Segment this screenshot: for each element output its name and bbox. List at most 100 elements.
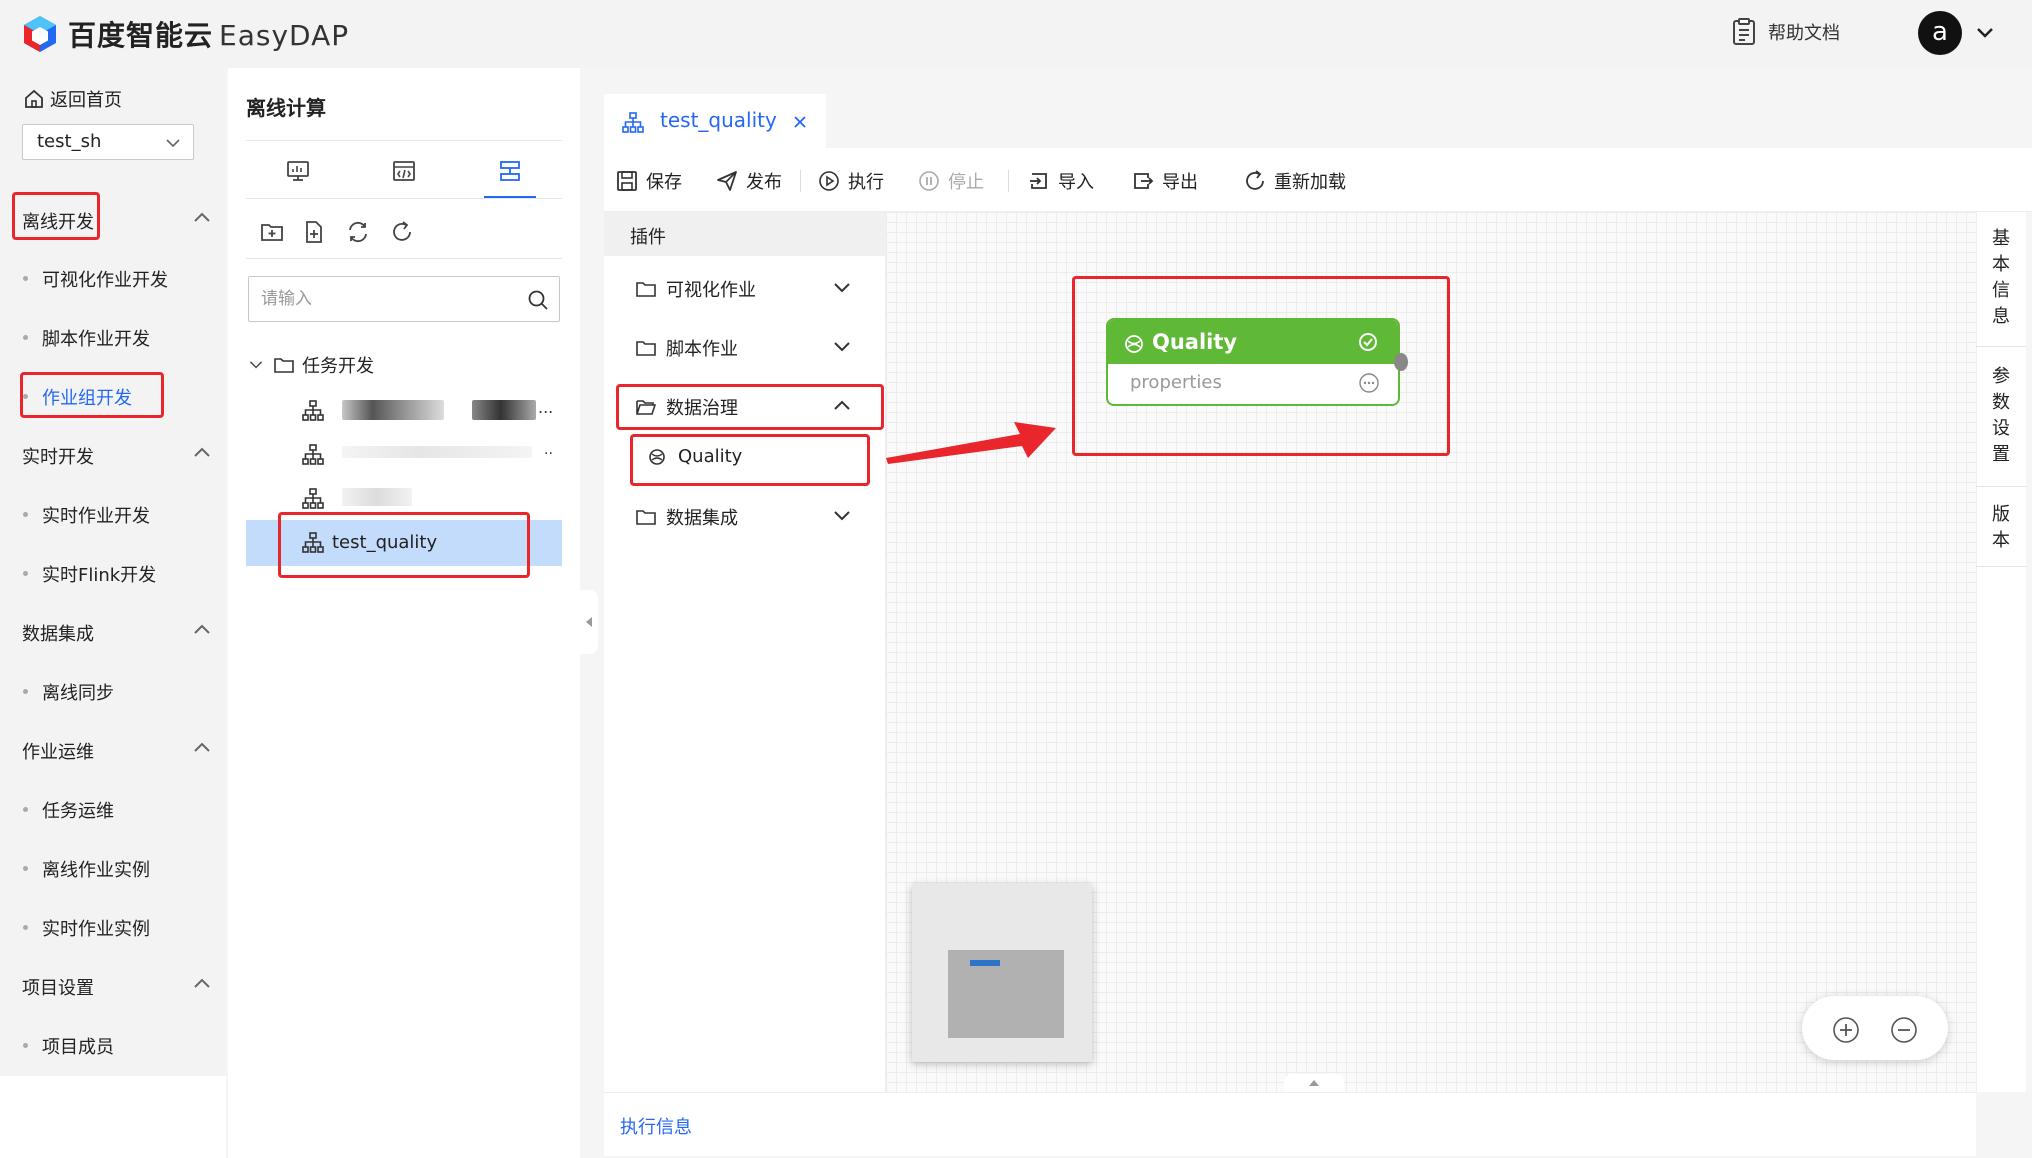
execution-info-label[interactable]: 执行信息	[620, 1113, 692, 1139]
chevron-up-icon[interactable]	[192, 738, 212, 758]
search-icon[interactable]	[527, 289, 549, 311]
check-circle-icon	[1359, 333, 1377, 351]
reload-button[interactable]: 重新加载	[1244, 168, 1346, 194]
nav-item-visual-job[interactable]: 可视化作业开发	[23, 266, 168, 292]
plugin-group-visual-job[interactable]: 可视化作业	[636, 276, 756, 302]
zoom-in-icon[interactable]	[1832, 1016, 1860, 1044]
chevron-down-icon[interactable]	[1974, 22, 1996, 44]
new-file-icon[interactable]	[302, 220, 326, 244]
rail-char: 数	[1992, 392, 2010, 413]
divider	[1976, 346, 2026, 347]
tree-item[interactable]: ...	[246, 388, 562, 434]
publish-button[interactable]: 发布	[716, 168, 782, 194]
redacted-label	[342, 488, 412, 506]
rail-param-settings[interactable]: 参 数 设 置	[1976, 364, 2026, 468]
monitor-icon[interactable]	[286, 160, 310, 182]
tree-item[interactable]: ..	[246, 432, 562, 478]
export-button[interactable]: 导出	[1132, 168, 1198, 194]
code-window-icon[interactable]	[392, 160, 416, 182]
tree-search-input[interactable]	[249, 277, 509, 321]
user-avatar[interactable]: a	[1918, 11, 1962, 55]
save-icon	[617, 171, 637, 191]
import-button[interactable]: 导入	[1028, 168, 1094, 194]
plugin-item-quality[interactable]: Quality	[648, 446, 742, 467]
chevron-left-icon	[586, 617, 592, 627]
nav-item-offline-sync[interactable]: 离线同步	[23, 679, 114, 705]
nav-item-realtime-job[interactable]: 实时作业开发	[23, 502, 150, 528]
minimap-viewport[interactable]	[948, 950, 1064, 1038]
more-options-icon[interactable]	[1358, 372, 1380, 394]
folder-icon	[636, 341, 656, 356]
plugin-group-data-governance[interactable]: 数据治理	[636, 394, 738, 420]
chevron-up-icon[interactable]	[192, 443, 212, 463]
nav-group-job-ops[interactable]: 作业运维	[22, 738, 94, 764]
tree-folder-task-dev[interactable]: 任务开发	[248, 352, 374, 378]
rail-basic-info[interactable]: 基 本 信 息	[1976, 226, 2026, 330]
chevron-down-icon[interactable]	[248, 357, 264, 373]
chevron-down-icon[interactable]	[832, 506, 852, 526]
divider	[1976, 566, 2026, 567]
quality-node[interactable]: Quality properties	[1106, 318, 1400, 406]
toolbar-separator	[800, 170, 801, 192]
export-icon	[1134, 173, 1154, 189]
nav-item-realtime-flink[interactable]: 实时Flink开发	[22, 561, 156, 587]
help-docs-label: 帮助文档	[1768, 23, 1840, 44]
nav-item-job-group[interactable]: 作业组开发	[23, 384, 132, 410]
collapse-panel-handle[interactable]	[580, 590, 598, 654]
tree-search[interactable]	[248, 276, 560, 322]
play-icon	[819, 171, 839, 191]
nav-group-offline-dev[interactable]: 离线开发	[22, 208, 94, 234]
zoom-out-icon[interactable]	[1890, 1016, 1918, 1044]
canvas-minimap[interactable]	[912, 884, 1092, 1062]
nav-item-offline-instances[interactable]: 离线作业实例	[23, 856, 150, 882]
rail-version[interactable]: 版 本	[1976, 502, 2026, 554]
chevron-up-icon[interactable]	[192, 974, 212, 994]
truncation-ellipsis: ...	[538, 398, 554, 417]
run-button[interactable]: 执行	[818, 168, 884, 194]
chevron-down-icon[interactable]	[832, 278, 852, 298]
tree-item[interactable]	[246, 476, 562, 522]
nav-item-task-ops[interactable]: 任务运维	[23, 797, 114, 823]
job-group-icon[interactable]	[498, 160, 522, 182]
folder-icon	[636, 282, 656, 297]
brand-logo[interactable]: 百度智能云 EasyDAP	[22, 14, 349, 54]
stop-button[interactable]: 停止	[918, 168, 984, 194]
expand-bottom-panel-handle[interactable]	[1284, 1074, 1344, 1092]
tree-item-test-quality[interactable]: test_quality	[246, 520, 562, 566]
nav-group-data-integration[interactable]: 数据集成	[22, 620, 94, 646]
rail-char: 本	[1992, 254, 2010, 275]
right-side-rail	[1976, 212, 2026, 1092]
home-icon	[25, 89, 43, 108]
execution-info-bar[interactable]: 执行信息	[604, 1092, 1976, 1156]
plugin-group-data-integration[interactable]: 数据集成	[636, 504, 738, 530]
nav-item-realtime-instances[interactable]: 实时作业实例	[23, 915, 150, 941]
nav-item-project-members[interactable]: 项目成员	[23, 1033, 114, 1059]
project-select[interactable]: test_sh	[22, 124, 194, 160]
help-docs-link[interactable]: 帮助文档	[1732, 18, 1840, 46]
nav-group-project-settings[interactable]: 项目设置	[22, 974, 94, 1000]
chevron-up-icon[interactable]	[192, 620, 212, 640]
sync-icon[interactable]	[346, 220, 370, 244]
chevron-up-icon[interactable]	[832, 396, 852, 416]
nav-group-realtime-dev[interactable]: 实时开发	[22, 443, 94, 469]
import-label: 导入	[1058, 172, 1094, 193]
reload-label: 重新加载	[1274, 172, 1346, 193]
divider	[1976, 486, 2026, 487]
close-icon[interactable]	[792, 114, 808, 130]
rail-char: 本	[1992, 530, 2010, 551]
save-button[interactable]: 保存	[616, 168, 682, 194]
chevron-up-icon	[1309, 1080, 1319, 1086]
tab-test-quality[interactable]: test_quality	[604, 94, 826, 148]
back-home-link[interactable]: 返回首页	[24, 86, 122, 112]
refresh-icon[interactable]	[390, 220, 414, 244]
chevron-up-icon[interactable]	[192, 208, 212, 228]
plugin-group-label: 数据集成	[666, 508, 738, 529]
minimap-node-marker	[970, 960, 1000, 966]
pause-icon	[919, 171, 939, 191]
new-folder-icon[interactable]	[260, 220, 284, 244]
nav-item-script-job[interactable]: 脚本作业开发	[23, 325, 150, 351]
chevron-down-icon[interactable]	[832, 337, 852, 357]
node-output-port[interactable]	[1394, 353, 1408, 371]
node-properties-label: properties	[1130, 372, 1222, 393]
plugin-group-script-job[interactable]: 脚本作业	[636, 335, 738, 361]
